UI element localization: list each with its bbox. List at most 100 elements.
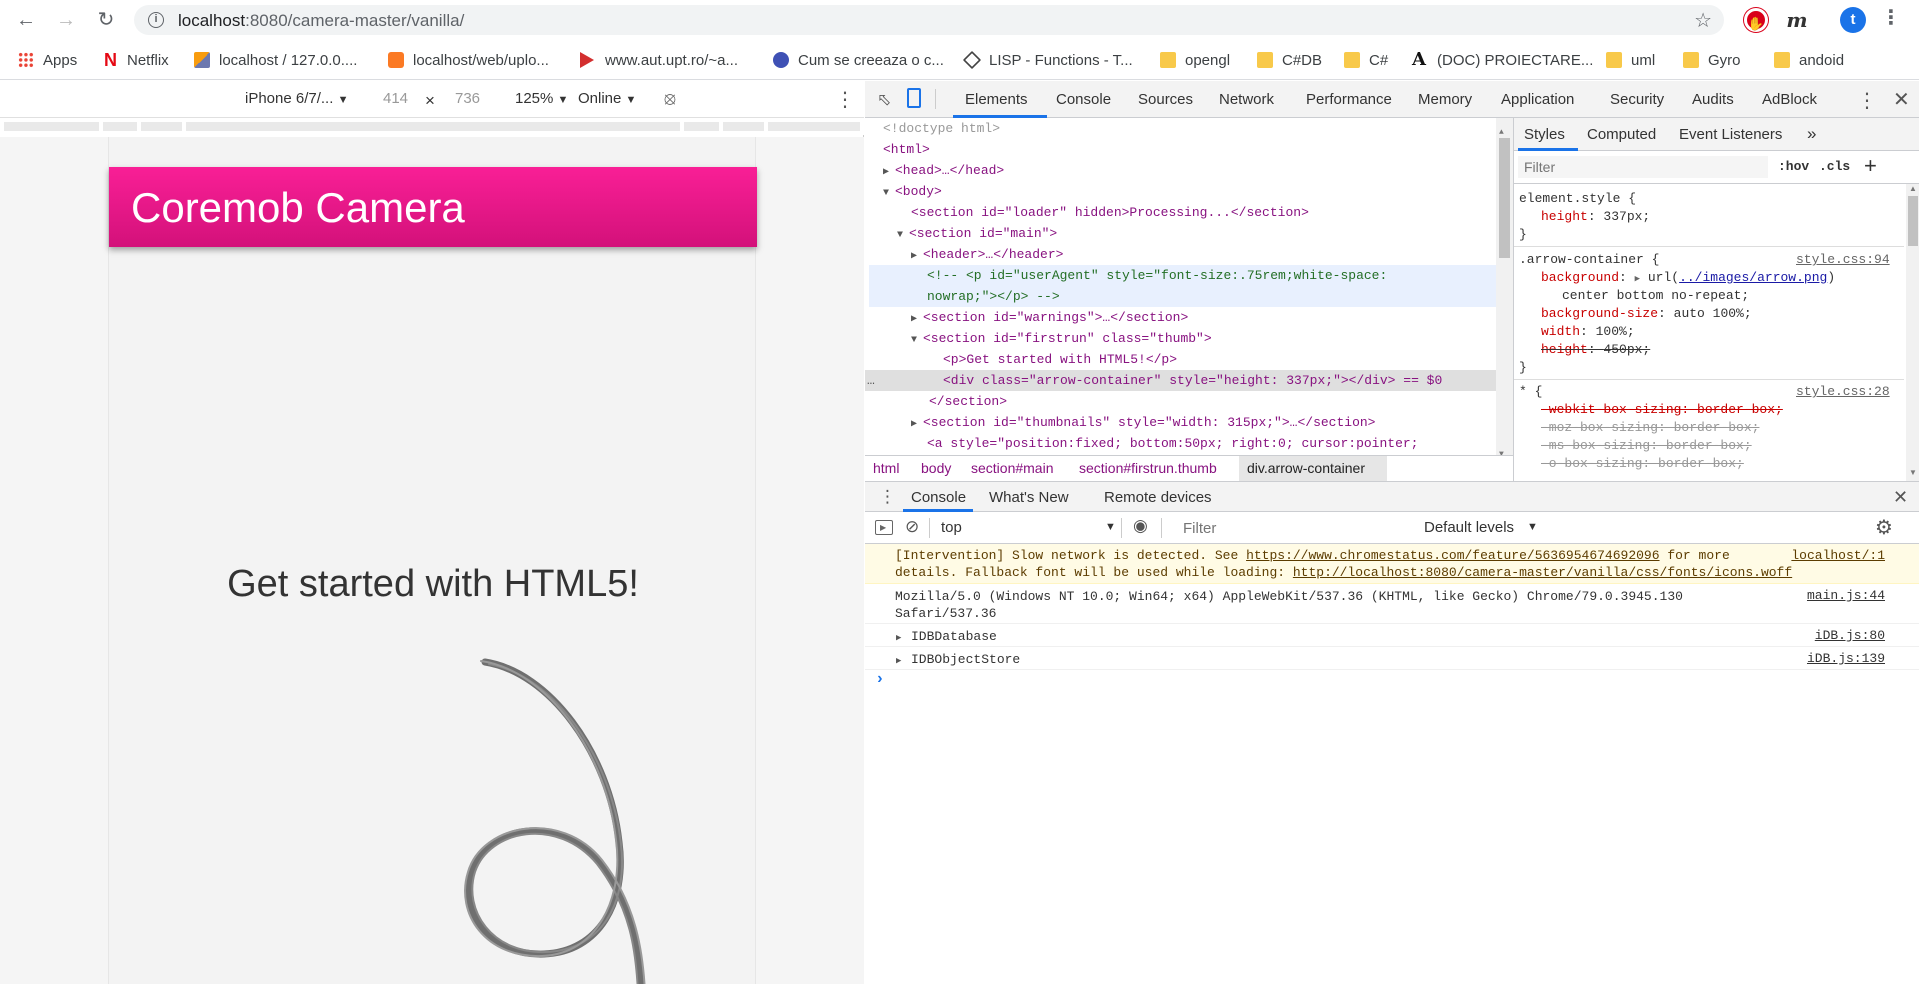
- breadcrumb-section-firstrun[interactable]: section#firstrun.thumb: [1079, 460, 1217, 476]
- tab-console[interactable]: Console: [1056, 91, 1111, 108]
- console-source-link[interactable]: main.js:44: [1807, 587, 1885, 604]
- url-text[interactable]: localhost:8080/camera-master/vanilla/: [178, 11, 464, 31]
- bookmark-folder-uml[interactable]: uml: [1606, 50, 1655, 70]
- info-icon[interactable]: i: [148, 12, 164, 28]
- bookmark-folder-andoid[interactable]: andoid: [1774, 50, 1844, 70]
- css-background-size[interactable]: background-size: auto 100%;: [1541, 305, 1752, 323]
- inspect-element-icon[interactable]: ⬁: [877, 90, 891, 110]
- dom-node-a[interactable]: <a style="position:fixed; bottom:50px; r…: [927, 433, 1513, 454]
- dom-node-p[interactable]: <p>Get started with HTML5!</p>: [943, 349, 1513, 370]
- bookmark-folder-csharp[interactable]: C#: [1344, 50, 1388, 70]
- background-image-link[interactable]: ../images/arrow.png: [1679, 270, 1827, 285]
- bookmark-aut-upt[interactable]: www.aut.upt.ro/~a...: [580, 50, 738, 70]
- tab-styles[interactable]: Styles: [1524, 126, 1565, 143]
- expand-arrow-icon[interactable]: ▶: [1635, 274, 1640, 284]
- collapse-arrow-icon[interactable]: ▼: [897, 225, 909, 246]
- log-levels-select[interactable]: Default levels: [1424, 519, 1514, 536]
- drawer-tab-whats-new[interactable]: What's New: [989, 489, 1069, 506]
- tab-memory[interactable]: Memory: [1418, 91, 1472, 108]
- dom-node-section-close[interactable]: </section>: [929, 391, 1513, 412]
- bookmark-phpmyadmin[interactable]: localhost / 127.0.0....: [194, 50, 357, 70]
- bookmark-folder-opengl[interactable]: opengl: [1160, 50, 1230, 70]
- device-menu-icon[interactable]: ⋮: [835, 87, 855, 112]
- profile-avatar[interactable]: t: [1840, 7, 1866, 33]
- new-style-rule-button[interactable]: +: [1864, 153, 1877, 179]
- tab-audits[interactable]: Audits: [1692, 91, 1734, 108]
- device-height-input[interactable]: 736: [455, 90, 480, 107]
- breadcrumb-arrow-container[interactable]: div.arrow-container: [1247, 460, 1365, 476]
- dom-node-body[interactable]: ▼ <body>: [883, 181, 1513, 202]
- rotate-icon[interactable]: ⦻: [664, 88, 676, 109]
- expand-arrow-icon[interactable]: ▶: [896, 653, 901, 670]
- style-source-link[interactable]: style.css:28: [1796, 383, 1890, 401]
- tab-application[interactable]: Application: [1501, 91, 1574, 108]
- bookmark-lisp[interactable]: LISP - Functions - T...: [962, 50, 1133, 70]
- css-moz-box-sizing[interactable]: -moz-box-sizing: border-box;: [1541, 419, 1759, 437]
- context-select[interactable]: top: [941, 519, 962, 536]
- bookmark-netflix[interactable]: N Netflix: [104, 50, 169, 70]
- device-width-input[interactable]: 414: [383, 90, 408, 107]
- console-source-link[interactable]: localhost/:1: [1791, 547, 1885, 564]
- dom-scrollbar[interactable]: ▲ ▼: [1496, 118, 1513, 458]
- tab-network[interactable]: Network: [1219, 91, 1274, 108]
- hov-toggle[interactable]: :hov: [1778, 159, 1809, 174]
- dom-comment-line1[interactable]: <!-- <p id="userAgent" style="font-size:…: [927, 265, 1513, 286]
- bookmark-folder-csharpdb[interactable]: C#DB: [1257, 50, 1322, 70]
- tab-adblock[interactable]: AdBlock: [1762, 91, 1817, 108]
- bookmark-xampp[interactable]: localhost/web/uplo...: [388, 50, 549, 70]
- device-toggle-icon[interactable]: [907, 88, 921, 108]
- drawer-menu-icon[interactable]: ⋮: [879, 487, 896, 507]
- console-prompt[interactable]: ›: [875, 670, 885, 688]
- drawer-tab-console[interactable]: Console: [911, 489, 966, 506]
- css-o-box-sizing[interactable]: -o-box-sizing: border-box;: [1541, 455, 1744, 473]
- breadcrumb-section-main[interactable]: section#main: [971, 460, 1054, 476]
- more-tabs-icon[interactable]: »: [1807, 124, 1816, 144]
- dom-node-arrow-container[interactable]: <div class="arrow-container" style="heig…: [943, 370, 1513, 391]
- tab-computed[interactable]: Computed: [1587, 126, 1656, 143]
- tab-performance[interactable]: Performance: [1306, 91, 1392, 108]
- media-query-bar[interactable]: [0, 118, 864, 135]
- expand-arrow-icon[interactable]: ▶: [911, 246, 923, 267]
- console-source-link[interactable]: iDB.js:139: [1807, 650, 1885, 667]
- dom-node-header[interactable]: ▶ <header>…</header>: [911, 244, 1513, 265]
- tab-sources[interactable]: Sources: [1138, 91, 1193, 108]
- tab-event-listeners[interactable]: Event Listeners: [1679, 126, 1782, 143]
- tab-elements[interactable]: Elements: [965, 91, 1028, 108]
- bookmark-folder-gyro[interactable]: Gyro: [1683, 50, 1741, 70]
- close-drawer-icon[interactable]: ✕: [1893, 487, 1908, 508]
- zoom-select[interactable]: 125% ▼: [515, 90, 568, 107]
- forward-arrow-icon[interactable]: →: [54, 8, 78, 32]
- dom-node-thumbnails[interactable]: ▶ <section id="thumbnails" style="width: …: [911, 412, 1513, 433]
- expand-arrow-icon[interactable]: ▶: [896, 630, 901, 647]
- styles-filter-input[interactable]: [1518, 156, 1768, 178]
- css-webkit-box-sizing[interactable]: -webkit-box-sizing: border-box;: [1541, 401, 1783, 419]
- expand-arrow-icon[interactable]: ▶: [883, 162, 895, 183]
- console-filter-input[interactable]: [1183, 517, 1413, 539]
- address-bar[interactable]: i localhost:8080/camera-master/vanilla/ …: [134, 5, 1724, 35]
- font-url-link[interactable]: http://localhost:8080/camera-master/vani…: [1293, 565, 1792, 580]
- dom-comment-line2[interactable]: nowrap;"></p> -->: [927, 286, 1513, 307]
- dom-node-head[interactable]: ▶ <head>…</head>: [883, 160, 1513, 181]
- dropdown-arrow-icon[interactable]: ▼: [1105, 521, 1116, 533]
- css-ms-box-sizing[interactable]: -ms-box-sizing: border-box;: [1541, 437, 1752, 455]
- collapse-arrow-icon[interactable]: ▼: [911, 330, 923, 351]
- browser-menu-icon[interactable]: ⋮: [1878, 7, 1904, 33]
- dom-doctype[interactable]: <!doctype html>: [883, 118, 1513, 139]
- bookmark-cum-se-creeaza[interactable]: Cum se creeaza o c...: [773, 50, 944, 70]
- style-source-link[interactable]: style.css:94: [1796, 251, 1890, 269]
- console-settings-gear-icon[interactable]: ⚙: [1875, 515, 1893, 540]
- expand-arrow-icon[interactable]: ▶: [911, 414, 923, 435]
- breadcrumb-body[interactable]: body: [921, 460, 951, 476]
- close-devtools-icon[interactable]: ✕: [1893, 87, 1910, 112]
- bookmark-star-icon[interactable]: ☆: [1694, 8, 1712, 33]
- dom-node-firstrun[interactable]: ▼ <section id="firstrun" class="thumb">: [911, 328, 1513, 349]
- device-select[interactable]: iPhone 6/7/... ▼: [245, 90, 348, 107]
- chromestatus-link[interactable]: https://www.chromestatus.com/feature/563…: [1246, 548, 1659, 563]
- styles-scrollbar[interactable]: ▲ ▼: [1906, 184, 1919, 481]
- adblock-extension-icon[interactable]: ✋: [1744, 8, 1768, 32]
- collapse-arrow-icon[interactable]: ▼: [883, 183, 895, 204]
- css-background[interactable]: background: ▶ url(../images/arrow.png): [1541, 269, 1835, 288]
- console-source-link[interactable]: iDB.js:80: [1815, 627, 1885, 644]
- m-extension-icon[interactable]: m: [1784, 7, 1810, 33]
- drawer-tab-remote-devices[interactable]: Remote devices: [1104, 489, 1212, 506]
